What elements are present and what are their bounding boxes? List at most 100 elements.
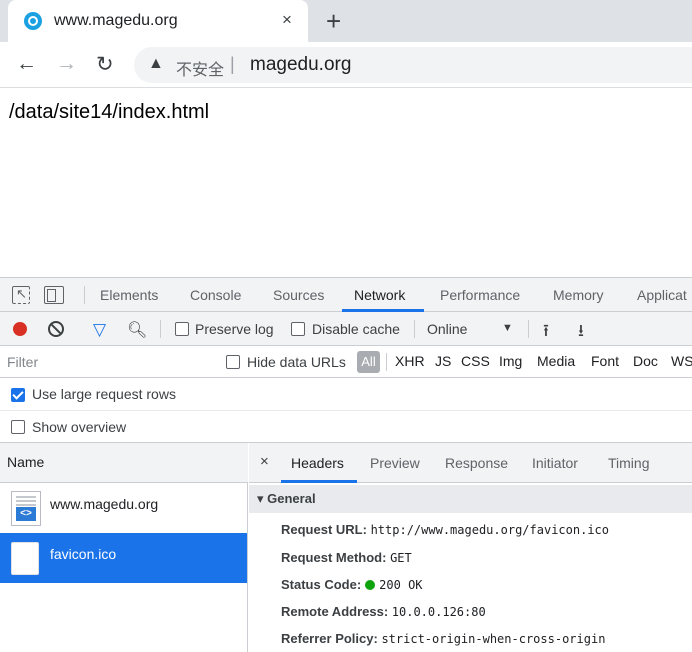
request-name: favicon.ico (50, 546, 117, 562)
request-row-selected[interactable]: favicon.ico (0, 533, 247, 583)
tab-headers[interactable]: Headers (291, 455, 344, 471)
tab-preview[interactable]: Preview (370, 455, 420, 471)
request-method-key: Request Method: (281, 550, 387, 565)
filter-input[interactable] (0, 348, 208, 376)
general-title-text: General (267, 491, 316, 506)
reload-icon[interactable]: ↻ (96, 52, 114, 77)
site-favicon-icon (24, 12, 42, 30)
request-url-value: http://www.magedu.org/favicon.ico (370, 523, 609, 537)
type-filter-doc[interactable]: Doc (633, 353, 658, 369)
page-viewport: /data/site14/index.html (0, 89, 692, 277)
tab-memory[interactable]: Memory (553, 287, 604, 303)
type-filter-font[interactable]: Font (591, 353, 619, 369)
general-section-title: ▾ General (257, 491, 316, 506)
divider (414, 320, 415, 338)
browser-tab-strip: www.magedu.org × + (0, 0, 692, 42)
type-filter-media[interactable]: Media (537, 353, 575, 369)
browser-toolbar: ← → ↻ ▲ 不安全 | magedu.org (0, 42, 692, 88)
remote-address-value: 10.0.0.126:80 (391, 605, 486, 619)
filter-funnel-icon[interactable]: ▽ (93, 320, 106, 340)
referrer-policy-value: strict-origin-when-cross-origin (381, 632, 606, 646)
request-method-value: GET (390, 551, 412, 565)
request-method-row: Request Method: GET (281, 550, 412, 565)
network-toolbar: ▽ 🔍︎ Preserve log Disable cache Online ▼… (0, 312, 692, 346)
filter-bar: Hide data URLs All XHR JS CSS Img Media … (0, 346, 692, 378)
divider (386, 353, 387, 371)
status-ok-dot-icon (365, 580, 376, 590)
new-tab-button[interactable]: + (326, 6, 341, 37)
status-code-row: Status Code: 200 OK (281, 577, 423, 592)
divider (528, 320, 529, 338)
type-filter-ws[interactable]: WS (671, 353, 692, 369)
divider (84, 286, 85, 304)
divider (160, 320, 161, 338)
clear-icon[interactable] (48, 321, 64, 337)
tab-performance[interactable]: Performance (440, 287, 520, 303)
disable-cache-label[interactable]: Disable cache (312, 321, 400, 337)
html-document-icon (11, 491, 41, 526)
type-filter-js[interactable]: JS (435, 353, 451, 369)
tab-initiator[interactable]: Initiator (532, 455, 578, 471)
url-text[interactable]: magedu.org (250, 54, 351, 76)
preserve-log-checkbox[interactable] (175, 322, 189, 336)
tab-sources[interactable]: Sources (273, 287, 324, 303)
blank-file-icon (11, 542, 39, 575)
warning-triangle-icon[interactable]: ▲ (148, 55, 164, 73)
export-har-icon[interactable]: ⭳ (578, 318, 584, 347)
type-filter-img[interactable]: Img (499, 353, 522, 369)
url-separator: | (230, 54, 235, 74)
type-filter-all[interactable]: All (357, 351, 380, 373)
tab-application[interactable]: Applicat (637, 287, 687, 303)
tab-network[interactable]: Network (354, 287, 405, 303)
tab-close-icon[interactable]: × (282, 10, 292, 30)
inspect-element-icon[interactable] (12, 286, 30, 304)
type-filter-xhr[interactable]: XHR (395, 353, 425, 369)
tab-console[interactable]: Console (190, 287, 241, 303)
address-bar[interactable]: ▲ 不安全 | magedu.org (134, 47, 692, 83)
search-icon[interactable]: 🔍︎ (127, 320, 147, 340)
large-rows-setting: Use large request rows (0, 378, 692, 411)
request-details: × Headers Preview Response Initiator Tim… (249, 443, 692, 652)
status-code-value: 200 OK (379, 578, 423, 592)
record-button[interactable] (13, 322, 27, 336)
tab-timing[interactable]: Timing (608, 455, 650, 471)
show-overview-checkbox[interactable] (11, 420, 25, 434)
show-overview-label[interactable]: Show overview (32, 419, 126, 435)
page-content-text: /data/site14/index.html (9, 101, 210, 123)
throttling-select[interactable]: Online (427, 321, 467, 337)
tab-title: www.magedu.org (54, 12, 178, 29)
remote-address-row: Remote Address: 10.0.0.126:80 (281, 604, 486, 619)
device-toolbar-icon[interactable] (44, 286, 64, 304)
request-row[interactable]: www.magedu.org (0, 483, 247, 533)
large-rows-checkbox[interactable] (11, 388, 25, 402)
browser-tab[interactable]: www.magedu.org × (8, 0, 308, 42)
hide-data-urls-label[interactable]: Hide data URLs (247, 354, 346, 370)
remote-address-key: Remote Address: (281, 604, 389, 619)
tab-elements[interactable]: Elements (100, 287, 158, 303)
forward-arrow-icon[interactable]: → (56, 52, 77, 76)
details-tab-bar: × Headers Preview Response Initiator Tim… (249, 443, 692, 483)
status-code-key: Status Code: (281, 577, 362, 592)
preserve-log-label[interactable]: Preserve log (195, 321, 274, 337)
request-url-row: Request URL: http://www.magedu.org/favic… (281, 522, 609, 537)
name-column-label: Name (7, 454, 45, 470)
close-details-icon[interactable]: × (260, 453, 269, 470)
insecure-label[interactable]: 不安全 (176, 56, 224, 80)
hide-data-urls-checkbox[interactable] (226, 355, 240, 369)
referrer-policy-row: Referrer Policy: strict-origin-when-cros… (281, 631, 605, 646)
large-rows-label[interactable]: Use large request rows (32, 386, 176, 402)
overview-setting: Show overview (0, 411, 692, 443)
active-detail-tab-indicator (281, 480, 357, 483)
request-list: Name www.magedu.org favicon.ico (0, 443, 248, 652)
import-har-icon[interactable]: ⭱ (543, 318, 549, 347)
disable-cache-checkbox[interactable] (291, 322, 305, 336)
tab-response[interactable]: Response (445, 455, 508, 471)
type-filter-css[interactable]: CSS (461, 353, 490, 369)
request-url-key: Request URL: (281, 522, 367, 537)
referrer-policy-key: Referrer Policy: (281, 631, 378, 646)
request-name: www.magedu.org (50, 496, 159, 512)
general-section-header[interactable]: ▾ General (249, 485, 692, 513)
back-arrow-icon[interactable]: ← (16, 52, 37, 76)
chevron-down-icon[interactable]: ▼ (502, 322, 513, 334)
name-column-header[interactable]: Name (0, 443, 248, 483)
